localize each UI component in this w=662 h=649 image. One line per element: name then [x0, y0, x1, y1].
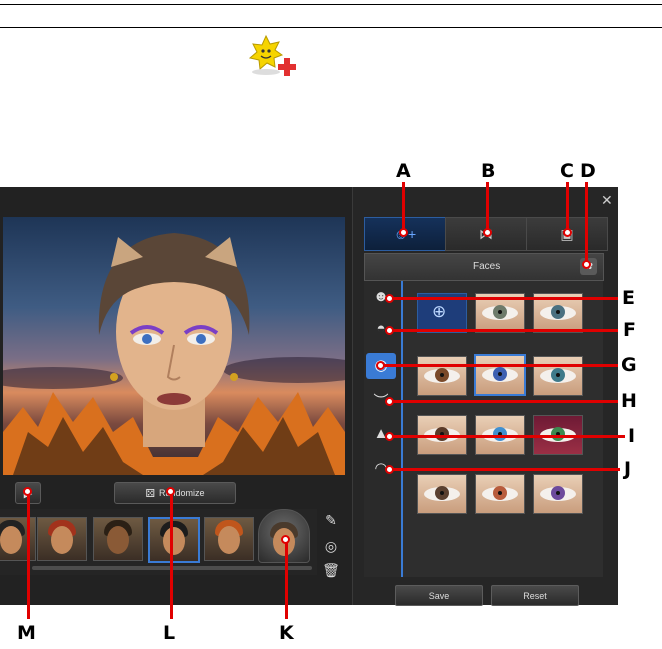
callout-e: E [622, 287, 635, 309]
edit-avatar-icon[interactable]: ✎ [322, 511, 340, 529]
callout-line-c [566, 182, 569, 232]
callout-d: D [580, 160, 596, 182]
callout-line-e [393, 297, 618, 300]
eye-option-selected[interactable] [474, 354, 526, 396]
callout-f: F [623, 319, 636, 341]
callout-m: M [17, 622, 36, 644]
globe-download-icon: ⊕ [432, 302, 447, 321]
dice-icon: ⚄ [145, 487, 156, 500]
callout-line-m [27, 495, 30, 619]
header-rule [0, 27, 662, 28]
avatar-thumbnail-selected[interactable] [148, 517, 200, 563]
callout-line-d [585, 182, 588, 264]
callout-line-l [170, 495, 173, 619]
eye-option[interactable] [417, 474, 467, 514]
eye-option[interactable] [533, 356, 583, 396]
callout-dot-d [582, 260, 591, 269]
eye-option[interactable] [533, 474, 583, 514]
callout-k: K [279, 622, 294, 644]
callout-i: I [628, 425, 636, 447]
callout-l: L [163, 622, 176, 644]
avatar-preview[interactable] [3, 217, 345, 475]
avatar-thumbnail[interactable] [93, 517, 143, 561]
category-list: ☻ ◓ ◉ ︶ ▲ ◠ [364, 281, 403, 577]
callout-line-h [393, 400, 618, 403]
callout-dot-a [399, 228, 408, 237]
avatar-head [3, 233, 345, 475]
save-button[interactable]: Save [395, 585, 483, 606]
avatar-thumbnail[interactable] [37, 517, 87, 561]
section-title: Faces [473, 261, 501, 272]
callout-line-k [285, 543, 288, 619]
callout-j: J [624, 458, 632, 480]
callout-a: A [396, 160, 411, 182]
eye-option[interactable] [417, 356, 467, 396]
callout-c: C [560, 160, 574, 182]
section-header: Faces ✿ [364, 253, 604, 281]
callout-line-a [402, 182, 405, 232]
reset-button[interactable]: Reset [491, 585, 579, 606]
callout-line-i [393, 435, 625, 438]
callout-line-g [384, 364, 618, 367]
callout-line-f [393, 329, 618, 332]
avatar-thumbnail[interactable] [0, 517, 36, 561]
callout-line-b [486, 182, 489, 232]
eye-option[interactable] [475, 474, 525, 514]
add-head-icon [248, 34, 302, 78]
callout-h: H [621, 390, 637, 412]
top-rule [0, 4, 662, 5]
trash-icon[interactable]: 🗑 [322, 561, 340, 579]
upload-avatar-icon[interactable]: ◎ [322, 537, 340, 555]
callout-dot-b [483, 228, 492, 237]
randomize-button[interactable]: ⚄ Randomize [114, 482, 236, 504]
callout-dot-c [563, 228, 572, 237]
avatar-thumbnail[interactable] [204, 517, 254, 561]
callout-b: B [481, 160, 496, 182]
close-icon[interactable]: ✕ [601, 192, 613, 209]
eye-options-grid: ⊕ [403, 281, 603, 577]
callout-line-j [393, 468, 620, 471]
callout-g: G [621, 354, 637, 376]
